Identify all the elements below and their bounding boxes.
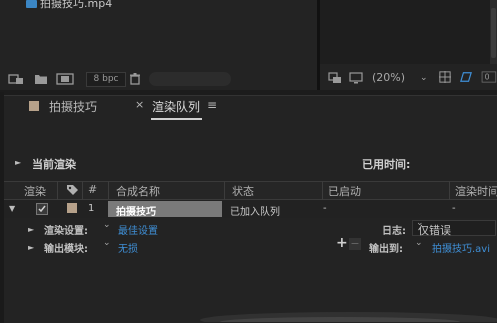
expand-triangle-icon[interactable]: ►: [28, 225, 34, 234]
column-separator[interactable]: [449, 181, 450, 200]
video-file-icon: [26, 0, 37, 8]
current-render-label: 当前渲染: [32, 158, 76, 171]
timecode-icon[interactable]: 0: [480, 71, 497, 83]
column-status[interactable]: 状态: [232, 183, 254, 199]
output-to-value[interactable]: 拍摄技巧.avi: [432, 240, 490, 255]
viewer-scrollbar-thumb[interactable]: [491, 8, 496, 58]
active-tab-indicator: [151, 118, 202, 120]
elapsed-time-label: 已用时间:: [362, 158, 411, 171]
zoom-value: (20%): [372, 71, 406, 84]
new-folder-icon[interactable]: [34, 73, 48, 85]
item-render-time: -: [452, 203, 456, 214]
item-comp-name[interactable]: 拍摄技巧: [116, 203, 156, 218]
mask-visibility-icon[interactable]: [458, 71, 474, 83]
column-separator[interactable]: [322, 181, 323, 200]
checkmark-icon: [38, 205, 46, 213]
item-started: -: [323, 203, 327, 214]
chevron-down-icon: ⌄: [420, 73, 428, 83]
chevron-down-icon[interactable]: ⌄: [103, 220, 111, 230]
close-icon[interactable]: ×: [135, 98, 144, 111]
render-checkbox[interactable]: [36, 203, 48, 215]
bit-depth-button[interactable]: 8 bpc: [86, 72, 126, 87]
item-number: 1: [88, 203, 95, 214]
output-module-label: 输出模块:: [44, 244, 88, 255]
column-render-time[interactable]: 渲染时间: [455, 183, 497, 199]
item-status: 已加入队列: [230, 207, 280, 218]
output-to-label: 输出到:: [369, 244, 403, 255]
expand-triangle-icon[interactable]: ►: [15, 158, 21, 167]
tab-color-swatch: [29, 101, 39, 111]
new-composition-icon[interactable]: [56, 73, 74, 85]
collapse-triangle-icon[interactable]: ▼: [9, 204, 15, 213]
log-value: 仅错误: [418, 224, 451, 237]
column-separator[interactable]: [82, 181, 83, 200]
trash-icon[interactable]: [129, 73, 141, 85]
svg-text:0: 0: [485, 73, 490, 82]
monitor-icon[interactable]: [349, 72, 363, 84]
log-label: 日志:: [382, 226, 406, 237]
render-settings-value[interactable]: 最佳设置: [118, 222, 158, 237]
chevron-down-icon[interactable]: ⌄: [415, 238, 423, 248]
expand-triangle-icon[interactable]: ►: [28, 243, 34, 252]
magnification-dropdown[interactable]: (20%) ⌄: [368, 70, 430, 86]
column-number[interactable]: #: [88, 183, 97, 196]
output-module-value[interactable]: 无损: [118, 240, 138, 255]
label-tag-icon[interactable]: [66, 184, 79, 196]
chevron-down-icon[interactable]: ⌄: [103, 238, 111, 248]
render-settings-label: 渲染设置:: [44, 226, 88, 237]
column-separator[interactable]: [108, 181, 109, 200]
item-label-color[interactable]: [67, 203, 77, 213]
column-separator[interactable]: [57, 181, 58, 200]
panel-menu-icon[interactable]: ≡: [207, 98, 217, 112]
column-started[interactable]: 已启动: [328, 183, 361, 199]
remove-output-module-button[interactable]: −: [349, 238, 361, 250]
viewer-canvas[interactable]: [320, 0, 490, 64]
tab-render-queue[interactable]: 渲染队列: [152, 98, 200, 115]
interpret-footage-icon[interactable]: [8, 73, 24, 85]
always-preview-icon[interactable]: [328, 72, 342, 84]
log-dropdown[interactable]: ⌄ 仅错误: [412, 218, 496, 237]
grid-guides-icon[interactable]: [438, 71, 452, 83]
column-separator[interactable]: [224, 181, 225, 200]
watermark-smudge: [200, 312, 497, 322]
project-search-input[interactable]: [149, 72, 231, 86]
column-comp-name[interactable]: 合成名称: [116, 183, 160, 199]
tab-timeline[interactable]: 拍摄技巧: [49, 98, 97, 115]
add-output-module-button[interactable]: +: [336, 235, 348, 251]
project-item-name[interactable]: 拍摄技巧.mp4: [40, 0, 112, 11]
column-render[interactable]: 渲染: [24, 183, 46, 199]
